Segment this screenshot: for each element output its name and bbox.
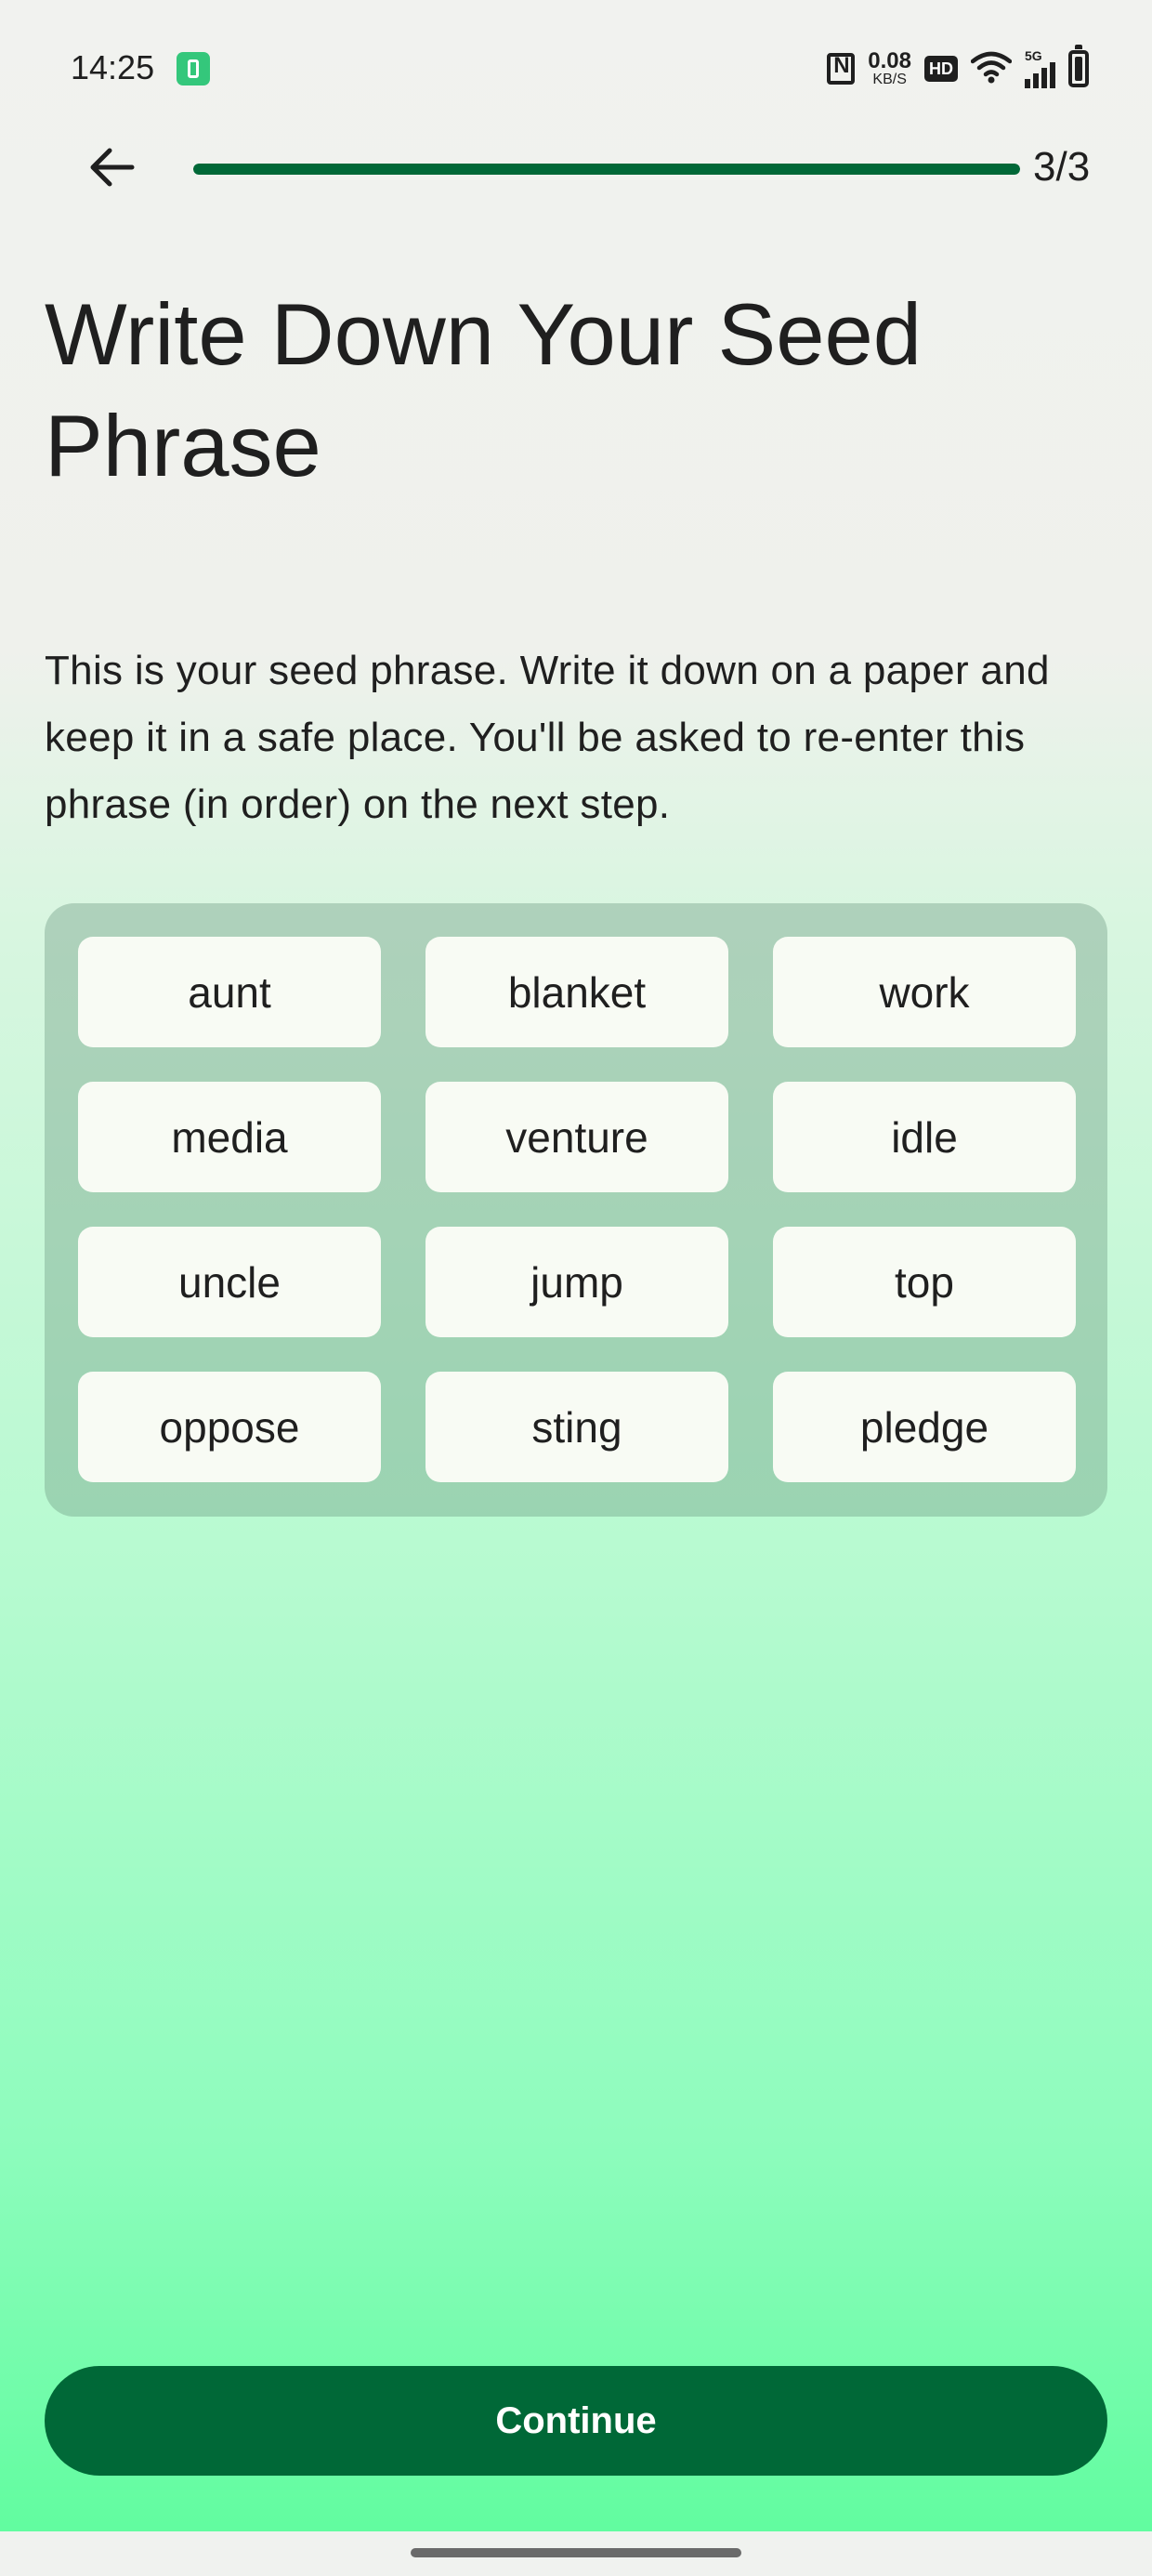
seed-word-4: media xyxy=(78,1082,381,1192)
seed-word-7: uncle xyxy=(78,1227,381,1337)
navigation-bar xyxy=(0,2531,1152,2576)
wifi-icon xyxy=(970,50,1013,88)
continue-button[interactable]: Continue xyxy=(45,2366,1107,2476)
back-button[interactable] xyxy=(74,130,149,204)
battery-saver-notification-icon xyxy=(177,52,210,85)
status-bar: 14:25 0.08 KB/S HD 5G xyxy=(0,0,1152,139)
nfc-icon xyxy=(827,53,856,85)
status-time: 14:25 xyxy=(71,48,155,86)
progress-bar xyxy=(193,164,1020,175)
network-speed-unit: KB/S xyxy=(872,72,907,87)
home-indicator[interactable] xyxy=(411,2548,741,2557)
network-speed-value: 0.08 xyxy=(868,48,911,73)
seed-phrase-grid: aunt blanket work media venture idle unc… xyxy=(78,937,1076,1482)
seed-word-12: pledge xyxy=(773,1372,1076,1482)
seed-word-1: aunt xyxy=(78,937,381,1047)
seed-word-6: idle xyxy=(773,1082,1076,1192)
step-counter: 3/3 xyxy=(1033,144,1091,190)
cellular-signal-icon: 5G xyxy=(1025,49,1055,88)
battery-icon xyxy=(1068,45,1089,87)
progress-bar-fill xyxy=(193,164,1020,175)
instructions-text: This is your seed phrase. Write it down … xyxy=(45,648,1050,827)
network-type-label: 5G xyxy=(1025,48,1042,63)
status-icons: 0.08 KB/S HD 5G xyxy=(827,45,1089,91)
seed-word-11: sting xyxy=(425,1372,728,1482)
arrow-left-icon xyxy=(90,148,135,187)
seed-phrase-panel: aunt blanket work media venture idle unc… xyxy=(45,903,1107,1517)
seed-word-2: blanket xyxy=(425,937,728,1047)
hd-icon: HD xyxy=(924,56,958,82)
seed-word-3: work xyxy=(773,937,1076,1047)
seed-word-10: oppose xyxy=(78,1372,381,1482)
seed-word-8: jump xyxy=(425,1227,728,1337)
page-title: Write Down Your Seed Phrase xyxy=(45,285,923,494)
seed-word-9: top xyxy=(773,1227,1076,1337)
network-speed: 0.08 KB/S xyxy=(868,50,911,87)
seed-word-5: venture xyxy=(425,1082,728,1192)
